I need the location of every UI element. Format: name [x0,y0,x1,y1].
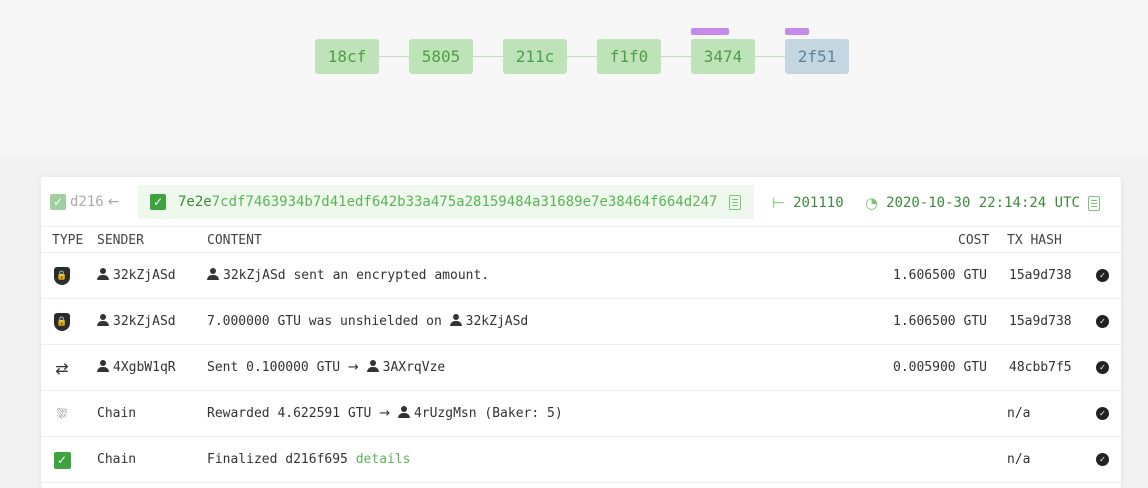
block-height-value: 201110 [793,195,844,211]
check-icon: ✓ [150,194,166,210]
sender: Chain [97,406,137,421]
sender[interactable]: 4XgbW1qR [97,360,176,375]
content-text: sent an encrypted amount. [293,268,490,283]
content-text: Sent 0.100000 GTU [207,360,341,375]
table-row[interactable]: 🔒 32kZjASd 32kZjASd sent an encrypted am… [41,253,1121,299]
block-timestamp: 2020-10-30 22:14:24 UTC [886,195,1080,211]
sender-name: 32kZjASd [113,314,176,329]
block-height: ⊢ 201110 [772,194,844,212]
block-hash: ✓ 7e2e7cdf7463934b7d41edf642b33a475a2815… [138,185,754,219]
baker-id: (Baker: 5) [484,406,563,421]
column-content: CONTENT [207,233,262,248]
baker-icon: ⛆ [56,406,68,422]
sender[interactable]: 32kZjASd [97,314,176,329]
sender-name: 32kZjASd [113,268,176,283]
cost: 1.606500 GTU [893,268,987,283]
table-header: TYPE SENDER CONTENT COST TX HASH [41,227,1121,253]
user-icon [449,314,462,326]
column-type: TYPE [52,233,84,248]
sender[interactable]: 32kZjASd [97,268,176,283]
cost: 1.606500 GTU [893,314,987,329]
height-icon: ⊢ [772,194,786,212]
content: 32kZjASd sent an encrypted amount. [207,268,489,283]
arrow-right-icon: → [379,406,391,421]
chain-block-pending[interactable]: 2f51 [785,39,849,74]
copy-icon[interactable] [1087,195,1100,211]
check-circle-icon: ✓ [1096,407,1109,420]
block-marker [691,28,729,35]
content-user[interactable]: 32kZjASd [466,314,529,329]
table-row[interactable]: ⇄ 4XgbW1qR Sent 0.100000 GTU → 3AXrqVze … [41,345,1121,391]
content-text: Finalized d216f695 [207,452,348,467]
tx-hash[interactable]: 15a9d738 [1009,314,1072,329]
transfer-icon: ⇄ [55,358,69,378]
table-row[interactable]: ✓ Chain Finalized d216f695 details n/a ✓ [41,437,1121,483]
tx-hash[interactable]: 15a9d738 [1009,268,1072,283]
shield-lock-icon: 🔒 [52,266,72,286]
check-circle-icon: ✓ [1096,315,1109,328]
content-user[interactable]: 32kZjASd [223,268,286,283]
content-user[interactable]: 3AXrqVze [383,360,446,375]
content: 7.000000 GTU was unshielded on 32kZjASd [207,314,528,329]
user-icon [97,268,109,280]
check-circle-icon: ✓ [1096,453,1109,466]
column-sender: SENDER [97,233,144,248]
block-time: ◔ 2020-10-30 22:14:24 UTC [865,194,1100,212]
block-header: ✓ d216 ← ✓ 7e2e7cdf7463934b7d41edf642b33… [41,177,1121,227]
user-icon [207,268,219,280]
tx-hash[interactable]: 48cbb7f5 [1009,360,1072,375]
sender: Chain [97,452,137,467]
chain-block[interactable]: f1f0 [597,39,661,74]
copy-icon[interactable] [729,194,742,210]
arrow-left-icon: ← [107,194,120,210]
shield-lock-icon: 🔒 [52,312,72,332]
block-hash-rest: 7cdf7463934b7d41edf642b33a475a28159484a3… [211,194,718,210]
cost: 0.005900 GTU [893,360,987,375]
user-icon [97,314,109,326]
content: Sent 0.100000 GTU → 3AXrqVze [207,360,445,375]
content-user[interactable]: 4rUzgMsn [414,406,477,421]
chain-visualization: 18cf 5805 211c f1f0 3474 2f51 [0,0,1148,157]
user-icon [397,406,410,418]
user-icon [366,360,379,372]
content-text: 7.000000 GTU was unshielded on [207,314,442,329]
user-icon [97,360,109,372]
arrow-right-icon: → [347,360,359,375]
sender-name: 4XgbW1qR [113,360,176,375]
check-circle-icon: ✓ [1096,269,1109,282]
chain-block[interactable]: 211c [503,39,567,74]
column-cost: COST [958,233,990,248]
details-link[interactable]: details [356,452,411,467]
block-details-panel: ✓ d216 ← ✓ 7e2e7cdf7463934b7d41edf642b33… [41,177,1121,488]
block-marker [785,28,809,35]
block-hash-prefix: 7e2e [178,194,212,210]
content: Finalized d216f695 details [207,452,411,467]
column-tx-hash: TX HASH [1007,233,1062,248]
check-circle-icon: ✓ [1096,361,1109,374]
content-text: Rewarded 4.622591 GTU [207,406,372,421]
tx-hash: n/a [1007,452,1031,467]
check-icon: ✓ [50,194,66,210]
stopwatch-icon: ◔ [865,194,879,212]
chain-block[interactable]: 18cf [315,39,379,74]
previous-block-link[interactable]: ✓ d216 ← [50,194,119,210]
table-row[interactable]: ⛆ Chain Rewarded 4.622591 GTU → 4rUzgMsn… [41,391,1121,437]
chain-block[interactable]: 3474 [691,39,755,74]
tx-hash: n/a [1007,406,1031,421]
finalized-check-icon: ✓ [52,450,72,470]
chain-block[interactable]: 5805 [409,39,473,74]
table-row[interactable]: 🔒 32kZjASd 7.000000 GTU was unshielded o… [41,299,1121,345]
previous-block-hash: d216 [70,194,104,210]
content: Rewarded 4.622591 GTU → 4rUzgMsn (Baker:… [207,406,563,421]
